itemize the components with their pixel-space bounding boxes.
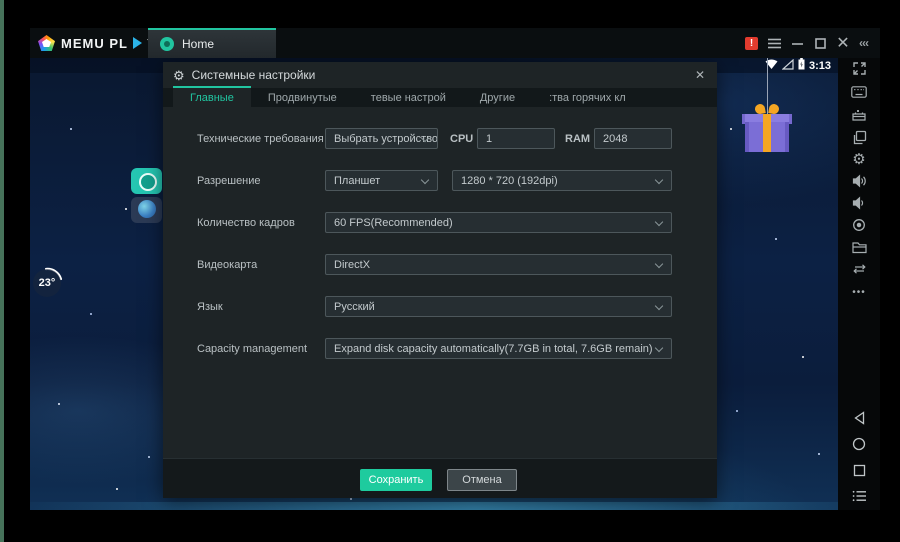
left-edge-strip <box>0 0 4 542</box>
fullscreen-icon[interactable] <box>850 59 868 77</box>
settings-gear-icon: ⚙ <box>173 69 185 82</box>
maximize-button[interactable] <box>813 36 827 50</box>
capacity-value: Expand disk capacity automatically(7.7GB… <box>334 343 653 355</box>
gpu-value: DirectX <box>334 259 370 271</box>
fps-select[interactable]: 60 FPS(Recommended) <box>325 212 672 233</box>
tab-other[interactable]: Другие <box>463 88 532 107</box>
gpu-select[interactable]: DirectX <box>325 254 672 275</box>
cancel-button[interactable]: Отмена <box>447 469 517 491</box>
chevron-down-icon <box>655 302 663 310</box>
resolution-type-select[interactable]: Планшет <box>325 170 438 191</box>
dialog-title: Системные настройки <box>192 68 316 82</box>
resolution-type-value: Планшет <box>334 175 380 187</box>
language-value: Русский <box>334 301 375 313</box>
dialog-header: ⚙ Системные настройки ✕ <box>163 62 717 88</box>
dialog-footer: Сохранить Отмена <box>163 458 717 498</box>
row-device: Технические требования Выбрать устройств… <box>163 128 717 149</box>
chevron-down-icon <box>655 176 663 184</box>
fps-label: Количество кадров <box>197 212 295 233</box>
right-toolbar: ⚙ <box>838 58 880 510</box>
resolution-size-select[interactable]: 1280 * 720 (192dpi) <box>452 170 672 191</box>
home-tab-icon <box>160 37 174 51</box>
menu-icon[interactable] <box>767 36 781 50</box>
settings-icon[interactable]: ⚙ <box>850 150 868 168</box>
rotate-screen-icon[interactable] <box>850 260 868 278</box>
app-icon-browser[interactable] <box>131 197 162 223</box>
logo-play-icon <box>133 37 142 49</box>
minimize-button[interactable] <box>790 36 804 50</box>
nav-recents-icon[interactable] <box>850 461 868 479</box>
tab-home[interactable]: Home <box>148 28 276 58</box>
dialog-tabbar: Главные Продвинутые тевые настрой Другие… <box>163 88 717 107</box>
app-icon-game[interactable] <box>131 168 162 194</box>
logo-text-left: MEMU PL <box>61 36 128 51</box>
nav-home-icon[interactable] <box>850 435 868 453</box>
capacity-label: Capacity management <box>197 338 307 359</box>
location-icon[interactable] <box>850 216 868 234</box>
gift-box[interactable] <box>742 58 792 166</box>
fps-value: 60 FPS(Recommended) <box>334 217 453 229</box>
cpu-label: CPU <box>450 128 473 149</box>
capacity-select[interactable]: Expand disk capacity automatically(7.7GB… <box>325 338 672 359</box>
shared-folder-icon[interactable] <box>850 238 868 256</box>
nav-menu-icon[interactable] <box>850 487 868 505</box>
wallpaper-horizon-glow <box>30 502 838 510</box>
tab-advanced[interactable]: Продвинутые <box>251 88 354 107</box>
gift-ribbon <box>763 114 771 152</box>
clock-time: 3:13 <box>809 60 831 72</box>
row-capacity: Capacity management Expand disk capacity… <box>163 338 717 359</box>
row-resolution: Разрешение Планшет 1280 * 720 (192dpi) <box>163 170 717 191</box>
temperature-value: 23° <box>33 269 61 297</box>
row-language: Язык Русский <box>163 296 717 317</box>
tab-main[interactable]: Главные <box>173 86 251 107</box>
install-apk-icon[interactable] <box>850 106 868 124</box>
row-fps: Количество кадров 60 FPS(Recommended) <box>163 212 717 233</box>
chevron-down-icon <box>421 176 429 184</box>
device-label: Технические требования <box>197 128 324 149</box>
memu-pentagon-icon <box>38 35 55 51</box>
cpu-input[interactable] <box>477 128 555 149</box>
nav-back-icon[interactable] <box>850 409 868 427</box>
ram-label: RAM <box>565 128 590 149</box>
emulator-screen: 3:13 23° ⚙ Системные настройки ✕ Г <box>30 58 838 510</box>
chevron-down-icon <box>655 344 663 352</box>
resolution-label: Разрешение <box>197 170 261 191</box>
screen-root: MEMU PL Y Home ! ✕ ‹‹‹ <box>0 0 900 542</box>
volume-up-icon[interactable] <box>850 172 868 190</box>
collapse-sidebar-button[interactable]: ‹‹‹ <box>859 36 868 50</box>
language-label: Язык <box>197 296 223 317</box>
ram-input[interactable] <box>594 128 672 149</box>
resolution-size-value: 1280 * 720 (192dpi) <box>461 175 558 187</box>
row-gpu: Видеокарта DirectX <box>163 254 717 275</box>
save-button[interactable]: Сохранить <box>360 469 432 491</box>
keyboard-icon[interactable] <box>850 83 868 101</box>
gpu-label: Видеокарта <box>197 254 257 275</box>
titlebar: MEMU PL Y Home ! ✕ ‹‹‹ <box>30 28 880 58</box>
home-tab-label: Home <box>182 37 214 51</box>
battery-icon <box>798 58 805 75</box>
window-controls: ! ✕ ‹‹‹ <box>745 28 868 58</box>
volume-down-icon[interactable] <box>850 194 868 212</box>
more-options-icon[interactable]: ••• <box>850 283 868 301</box>
language-select[interactable]: Русский <box>325 296 672 317</box>
multi-instance-icon[interactable] <box>850 128 868 146</box>
gift-bow <box>755 104 779 114</box>
chevron-down-icon <box>655 260 663 268</box>
close-button[interactable]: ✕ <box>836 36 850 50</box>
memu-logo: MEMU PL Y <box>38 28 157 58</box>
dialog-close-icon[interactable]: ✕ <box>692 67 708 83</box>
chevron-down-icon <box>655 218 663 226</box>
tab-network[interactable]: тевые настрой <box>354 88 463 107</box>
notification-badge[interactable]: ! <box>745 37 758 50</box>
tab-hotkeys[interactable]: :тва горячих кл <box>532 88 643 107</box>
temperature-widget[interactable]: 23° <box>32 266 64 298</box>
device-select[interactable]: Выбрать устройство <box>325 128 438 149</box>
dialog-body: Технические требования Выбрать устройств… <box>163 107 717 458</box>
system-settings-dialog: ⚙ Системные настройки ✕ Главные Продвину… <box>163 62 717 498</box>
